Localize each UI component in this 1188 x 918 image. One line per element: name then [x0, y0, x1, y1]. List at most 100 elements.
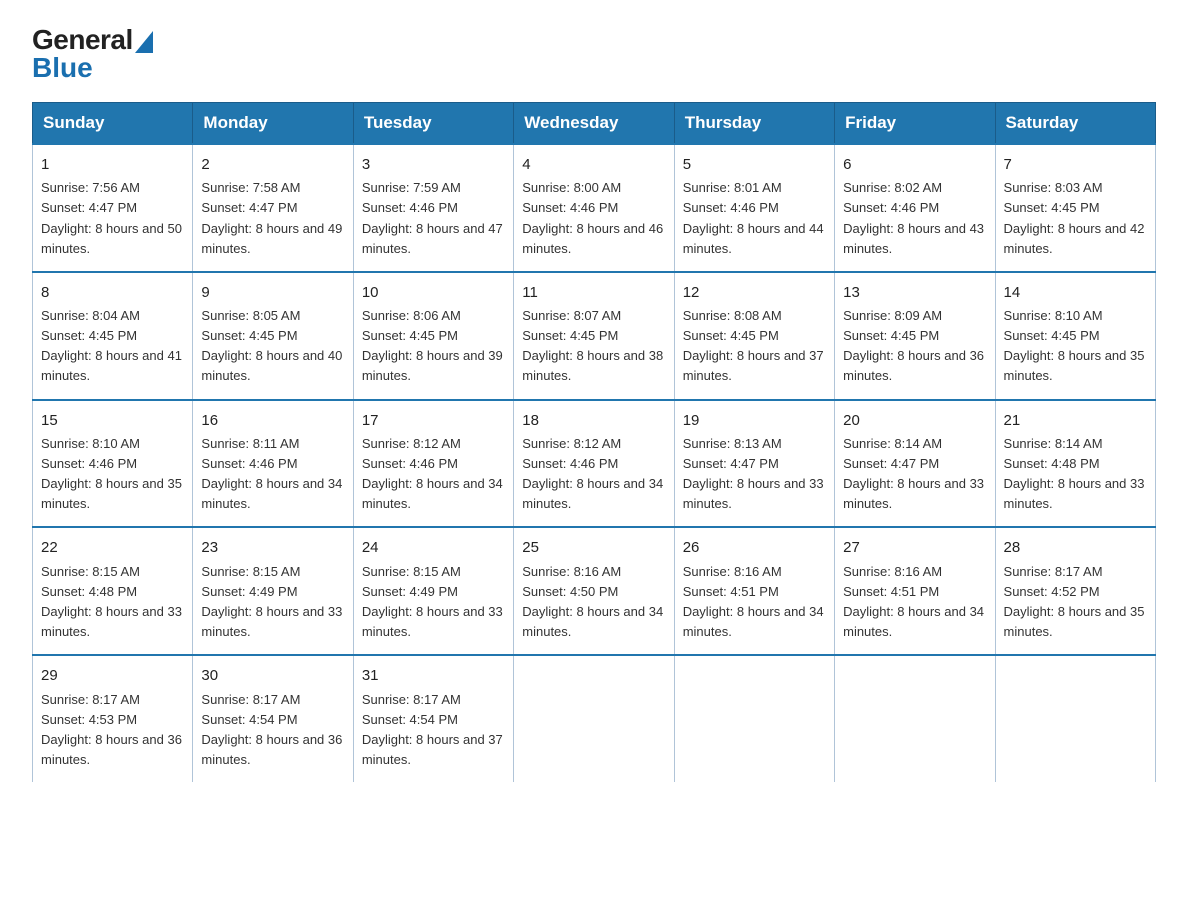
day-number: 18 [522, 409, 665, 432]
day-info: Sunrise: 8:15 AMSunset: 4:49 PMDaylight:… [201, 564, 342, 639]
calendar-cell: 30 Sunrise: 8:17 AMSunset: 4:54 PMDayligh… [193, 655, 353, 782]
day-number: 17 [362, 409, 505, 432]
day-info: Sunrise: 8:17 AMSunset: 4:54 PMDaylight:… [362, 692, 503, 767]
day-info: Sunrise: 8:06 AMSunset: 4:45 PMDaylight:… [362, 308, 503, 383]
day-number: 5 [683, 153, 826, 176]
calendar-cell: 27 Sunrise: 8:16 AMSunset: 4:51 PMDayligh… [835, 527, 995, 655]
calendar-cell: 8 Sunrise: 8:04 AMSunset: 4:45 PMDaylight… [33, 272, 193, 400]
day-info: Sunrise: 8:17 AMSunset: 4:54 PMDaylight:… [201, 692, 342, 767]
day-info: Sunrise: 8:02 AMSunset: 4:46 PMDaylight:… [843, 180, 984, 255]
day-info: Sunrise: 8:04 AMSunset: 4:45 PMDaylight:… [41, 308, 182, 383]
day-number: 29 [41, 664, 184, 687]
calendar-cell: 5 Sunrise: 8:01 AMSunset: 4:46 PMDaylight… [674, 144, 834, 272]
calendar-cell: 6 Sunrise: 8:02 AMSunset: 4:46 PMDaylight… [835, 144, 995, 272]
calendar-cell: 21Sunrise: 8:14 AMSunset: 4:48 PMDayligh… [995, 400, 1155, 528]
calendar-cell: 12 Sunrise: 8:08 AMSunset: 4:45 PMDayligh… [674, 272, 834, 400]
day-number: 23 [201, 536, 344, 559]
calendar-cell: 19 Sunrise: 8:13 AMSunset: 4:47 PMDayligh… [674, 400, 834, 528]
day-info: Sunrise: 8:17 AMSunset: 4:53 PMDaylight:… [41, 692, 182, 767]
weekday-header-saturday: Saturday [995, 103, 1155, 145]
day-info: Sunrise: 7:58 AMSunset: 4:47 PMDaylight:… [201, 180, 342, 255]
calendar-cell: 26 Sunrise: 8:16 AMSunset: 4:51 PMDayligh… [674, 527, 834, 655]
calendar-cell: 14 Sunrise: 8:10 AMSunset: 4:45 PMDayligh… [995, 272, 1155, 400]
day-number: 10 [362, 281, 505, 304]
day-number: 12 [683, 281, 826, 304]
day-info: Sunrise: 7:59 AMSunset: 4:46 PMDaylight:… [362, 180, 503, 255]
day-number: 22 [41, 536, 184, 559]
logo-blue-text: Blue [32, 52, 93, 84]
day-info: Sunrise: 8:16 AMSunset: 4:50 PMDaylight:… [522, 564, 663, 639]
weekday-header-wednesday: Wednesday [514, 103, 674, 145]
calendar-table: SundayMondayTuesdayWednesdayThursdayFrid… [32, 102, 1156, 782]
calendar-cell: 25 Sunrise: 8:16 AMSunset: 4:50 PMDayligh… [514, 527, 674, 655]
calendar-cell: 23 Sunrise: 8:15 AMSunset: 4:49 PMDayligh… [193, 527, 353, 655]
weekday-header-row: SundayMondayTuesdayWednesdayThursdayFrid… [33, 103, 1156, 145]
calendar-cell: 3 Sunrise: 7:59 AMSunset: 4:46 PMDaylight… [353, 144, 513, 272]
day-info: Sunrise: 8:11 AMSunset: 4:46 PMDaylight:… [201, 436, 342, 511]
day-info: Sunrise: 8:12 AMSunset: 4:46 PMDaylight:… [362, 436, 503, 511]
week-row-1: 1 Sunrise: 7:56 AMSunset: 4:47 PMDaylight… [33, 144, 1156, 272]
day-number: 11 [522, 281, 665, 304]
calendar-cell [514, 655, 674, 782]
calendar-cell [835, 655, 995, 782]
day-info: Sunrise: 7:56 AMSunset: 4:47 PMDaylight:… [41, 180, 182, 255]
page-header: General Blue [32, 24, 1156, 84]
calendar-cell: 10 Sunrise: 8:06 AMSunset: 4:45 PMDayligh… [353, 272, 513, 400]
day-number: 19 [683, 409, 826, 432]
logo-triangle-icon [135, 31, 153, 53]
day-info: Sunrise: 8:17 AMSunset: 4:52 PMDaylight:… [1004, 564, 1145, 639]
calendar-cell: 18 Sunrise: 8:12 AMSunset: 4:46 PMDayligh… [514, 400, 674, 528]
weekday-header-tuesday: Tuesday [353, 103, 513, 145]
day-number: 26 [683, 536, 826, 559]
day-number: 27 [843, 536, 986, 559]
calendar-cell: 4 Sunrise: 8:00 AMSunset: 4:46 PMDaylight… [514, 144, 674, 272]
day-info: Sunrise: 8:16 AMSunset: 4:51 PMDaylight:… [683, 564, 824, 639]
day-number: 24 [362, 536, 505, 559]
calendar-cell: 28 Sunrise: 8:17 AMSunset: 4:52 PMDayligh… [995, 527, 1155, 655]
calendar-cell: 16Sunrise: 8:11 AMSunset: 4:46 PMDayligh… [193, 400, 353, 528]
day-info: Sunrise: 8:08 AMSunset: 4:45 PMDaylight:… [683, 308, 824, 383]
day-info: Sunrise: 8:13 AMSunset: 4:47 PMDaylight:… [683, 436, 824, 511]
calendar-cell: 7 Sunrise: 8:03 AMSunset: 4:45 PMDaylight… [995, 144, 1155, 272]
calendar-cell: 2 Sunrise: 7:58 AMSunset: 4:47 PMDaylight… [193, 144, 353, 272]
logo: General Blue [32, 24, 153, 84]
day-info: Sunrise: 8:14 AMSunset: 4:47 PMDaylight:… [843, 436, 984, 511]
day-number: 6 [843, 153, 986, 176]
day-number: 4 [522, 153, 665, 176]
day-info: Sunrise: 8:10 AMSunset: 4:45 PMDaylight:… [1004, 308, 1145, 383]
day-info: Sunrise: 8:00 AMSunset: 4:46 PMDaylight:… [522, 180, 663, 255]
day-info: Sunrise: 8:01 AMSunset: 4:46 PMDaylight:… [683, 180, 824, 255]
weekday-header-monday: Monday [193, 103, 353, 145]
calendar-cell: 15Sunrise: 8:10 AMSunset: 4:46 PMDayligh… [33, 400, 193, 528]
calendar-cell: 24 Sunrise: 8:15 AMSunset: 4:49 PMDayligh… [353, 527, 513, 655]
day-info: Sunrise: 8:03 AMSunset: 4:45 PMDaylight:… [1004, 180, 1145, 255]
week-row-3: 15Sunrise: 8:10 AMSunset: 4:46 PMDayligh… [33, 400, 1156, 528]
calendar-cell: 9Sunrise: 8:05 AMSunset: 4:45 PMDaylight… [193, 272, 353, 400]
calendar-cell [995, 655, 1155, 782]
calendar-cell: 20Sunrise: 8:14 AMSunset: 4:47 PMDayligh… [835, 400, 995, 528]
day-info: Sunrise: 8:09 AMSunset: 4:45 PMDaylight:… [843, 308, 984, 383]
day-number: 3 [362, 153, 505, 176]
calendar-cell: 1 Sunrise: 7:56 AMSunset: 4:47 PMDaylight… [33, 144, 193, 272]
day-number: 8 [41, 281, 184, 304]
calendar-cell: 17 Sunrise: 8:12 AMSunset: 4:46 PMDayligh… [353, 400, 513, 528]
day-number: 25 [522, 536, 665, 559]
day-info: Sunrise: 8:16 AMSunset: 4:51 PMDaylight:… [843, 564, 984, 639]
day-info: Sunrise: 8:14 AMSunset: 4:48 PMDaylight:… [1004, 436, 1145, 511]
day-number: 31 [362, 664, 505, 687]
calendar-cell: 13Sunrise: 8:09 AMSunset: 4:45 PMDayligh… [835, 272, 995, 400]
calendar-cell: 22Sunrise: 8:15 AMSunset: 4:48 PMDayligh… [33, 527, 193, 655]
week-row-5: 29 Sunrise: 8:17 AMSunset: 4:53 PMDayligh… [33, 655, 1156, 782]
day-number: 2 [201, 153, 344, 176]
day-info: Sunrise: 8:15 AMSunset: 4:49 PMDaylight:… [362, 564, 503, 639]
week-row-2: 8 Sunrise: 8:04 AMSunset: 4:45 PMDaylight… [33, 272, 1156, 400]
day-number: 7 [1004, 153, 1147, 176]
day-number: 1 [41, 153, 184, 176]
day-info: Sunrise: 8:07 AMSunset: 4:45 PMDaylight:… [522, 308, 663, 383]
weekday-header-friday: Friday [835, 103, 995, 145]
day-info: Sunrise: 8:05 AMSunset: 4:45 PMDaylight:… [201, 308, 342, 383]
day-number: 30 [201, 664, 344, 687]
day-number: 14 [1004, 281, 1147, 304]
day-info: Sunrise: 8:12 AMSunset: 4:46 PMDaylight:… [522, 436, 663, 511]
day-number: 28 [1004, 536, 1147, 559]
